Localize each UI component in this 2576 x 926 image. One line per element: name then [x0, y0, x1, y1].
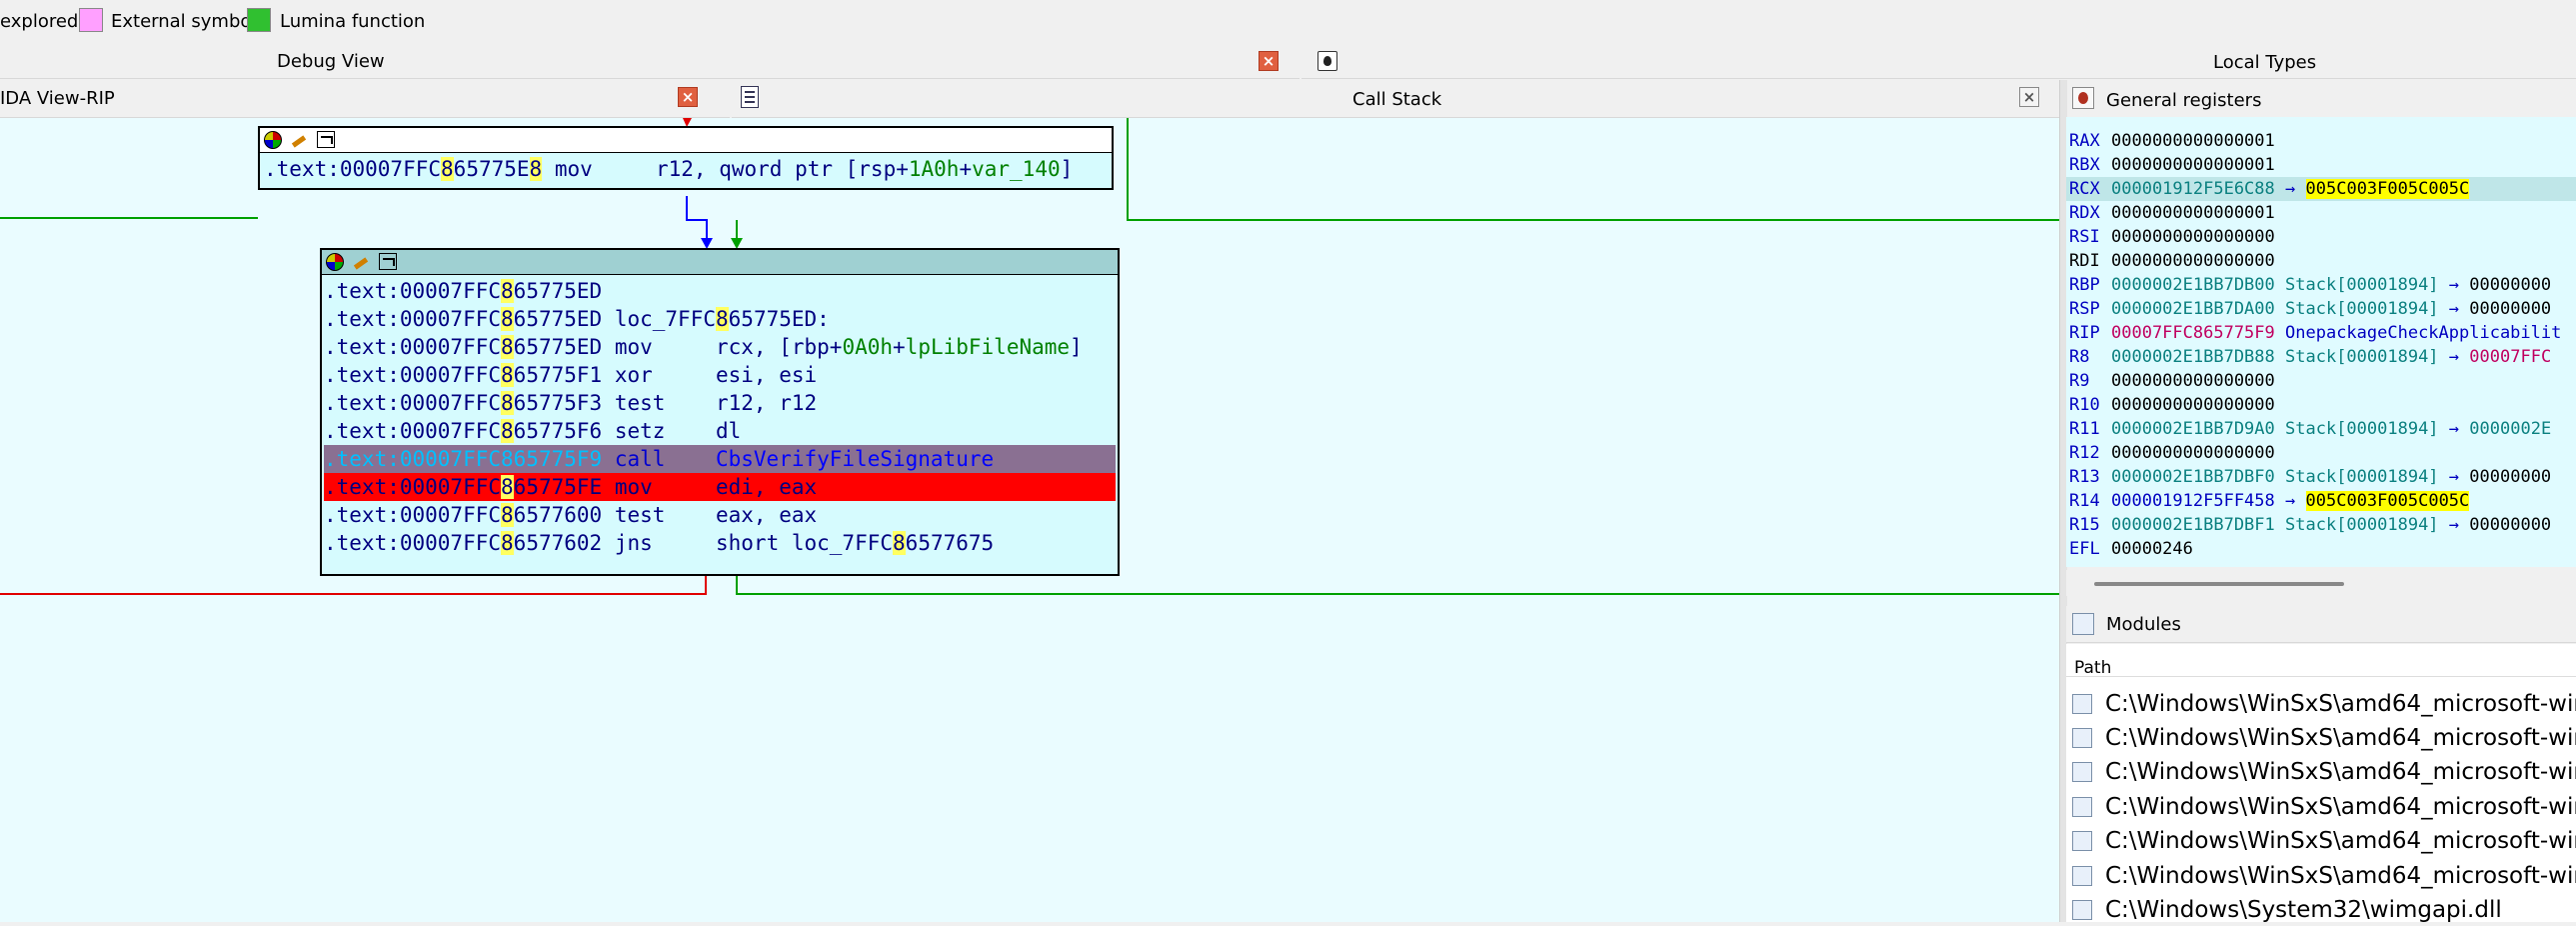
ida-view-title[interactable]: IDA View-RIP — [0, 88, 115, 109]
legend-external-swatch — [79, 8, 103, 32]
general-registers-title: General registers — [2106, 90, 2262, 111]
module-icon — [2072, 831, 2092, 851]
legend-explored-label: explored — [0, 11, 79, 32]
close-icon[interactable]: × — [2019, 87, 2039, 107]
asm-line[interactable]: .text:00007FFC86577602 jns short loc_7FF… — [324, 529, 1116, 557]
register-row[interactable]: RCX 000001912F5E6C88 → 005C003F005C005C — [2066, 177, 2576, 201]
asm-line-call[interactable]: .text:00007FFC865775F9 call CbsVerifyFil… — [324, 445, 1116, 473]
close-icon[interactable]: × — [678, 87, 698, 107]
edge-green-right — [1127, 118, 2059, 221]
asm-ops: CbsVerifyFileSignature — [715, 447, 995, 471]
modules-header-row: Path — [2066, 644, 2576, 678]
modules-title: Modules — [2106, 614, 2181, 635]
asm-mnem: test — [614, 503, 666, 527]
register-row[interactable]: RDX 0000000000000001 — [2066, 201, 2576, 225]
asm-addr: .text:00007FFC865775E8 — [264, 157, 543, 181]
edge-green-out — [736, 574, 2059, 595]
module-icon — [2072, 694, 2092, 714]
modules-table[interactable]: Path C:\Windows\WinSxS\amd64_microsoft-w… — [2066, 644, 2576, 923]
asm-ops: esi, esi — [716, 363, 818, 387]
asm-ops: r12, r12 — [716, 391, 818, 415]
modules-titlebar: Modules — [2066, 606, 2576, 643]
asm-line[interactable]: .text:00007FFC865775E8 mov r12, qword pt… — [264, 155, 1073, 183]
asm-mnem: jns — [614, 531, 653, 555]
asm-line[interactable]: .text:00007FFC865775ED — [324, 277, 1116, 305]
code-block-1[interactable]: .text:00007FFC865775E8 mov r12, qword pt… — [258, 126, 1114, 190]
code-block-2[interactable]: .text:00007FFC865775ED .text:00007FFC865… — [320, 248, 1120, 576]
edit-icon[interactable] — [352, 253, 372, 270]
register-row[interactable]: RBX 0000000000000001 — [2066, 153, 2576, 177]
asm-line[interactable]: .text:00007FFC865775F3 test r12, r12 — [324, 389, 1116, 417]
module-icon — [2072, 728, 2092, 748]
register-row[interactable]: RSP 0000002E1BB7DA00 Stack[00001894] → 00… — [2066, 297, 2576, 321]
registers-scrollbar[interactable] — [2066, 570, 2576, 596]
register-row[interactable]: EFL 00000246 — [2066, 537, 2576, 561]
legend-external-label: External symbol — [111, 11, 257, 32]
call-stack-tabbar: Call Stack × — [732, 80, 2061, 118]
register-row[interactable]: RDI 0000000000000000 — [2066, 249, 2576, 273]
graph-icon[interactable] — [317, 131, 335, 148]
asm-line[interactable]: .text:00007FFC86577600 test eax, eax — [324, 501, 1116, 529]
asm-ops: edi, eax — [716, 475, 818, 499]
bug-icon — [2072, 87, 2094, 109]
asm-ops: dl — [716, 419, 742, 443]
palette-icon[interactable] — [263, 131, 283, 149]
call-stack-title: Call Stack — [1352, 89, 1442, 110]
module-icon — [2072, 866, 2092, 886]
debug-view-titlebar: Debug View × — [0, 46, 1299, 79]
graph-icon[interactable] — [379, 253, 397, 270]
asm-mnem: mov — [614, 335, 653, 359]
debug-view-title: Debug View — [277, 51, 385, 72]
palette-icon[interactable] — [325, 253, 345, 271]
asm-ops: eax, eax — [716, 503, 818, 527]
local-types-title: Local Types — [2213, 52, 2317, 73]
register-row[interactable]: R13 0000002E1BB7DBF0 Stack[00001894] → 00… — [2066, 465, 2576, 489]
asm-mnem: xor — [614, 363, 653, 387]
close-icon[interactable]: × — [1259, 51, 1279, 71]
legend-bar: explored External symbol Lumina function — [0, 0, 2576, 44]
register-row[interactable]: RBP 0000002E1BB7DB00 Stack[00001894] → 00… — [2066, 273, 2576, 297]
edit-icon[interactable] — [290, 131, 310, 148]
module-icon — [2072, 900, 2092, 920]
legend-lumina-label: Lumina function — [280, 11, 426, 32]
register-row[interactable]: R11 0000002E1BB7D9A0 Stack[00001894] → 00… — [2066, 417, 2576, 441]
asm-line[interactable]: .text:00007FFC865775ED mov rcx, [rbp+0A0… — [324, 333, 1116, 361]
asm-ops: r12, qword ptr [rsp+1A0h+var_140] — [656, 157, 1074, 181]
register-row[interactable]: R8 0000002E1BB7DB88 Stack[00001894] → 000… — [2066, 345, 2576, 369]
graph-view[interactable]: .text:00007FFC865775E8 mov r12, qword pt… — [0, 118, 2059, 922]
local-types-icon — [1317, 51, 1337, 71]
list-icon — [741, 86, 759, 108]
register-row[interactable]: RSI 0000000000000000 — [2066, 225, 2576, 249]
scrollbar-thumb[interactable] — [2094, 582, 2344, 586]
node-header — [322, 250, 1118, 275]
edge-red-out — [0, 574, 707, 595]
asm-line-current[interactable]: .text:00007FFC865775FE mov edi, eax — [324, 473, 1116, 501]
asm-line[interactable]: .text:00007FFC865775ED loc_7FFC865775ED: — [324, 305, 1116, 333]
asm-mnem: test — [614, 391, 666, 415]
register-row[interactable]: RIP 00007FFC865775F9 OnepackageCheckAppli… — [2066, 321, 2576, 345]
node-header — [260, 128, 1112, 153]
asm-line[interactable]: .text:00007FFC865775F6 setz dl — [324, 417, 1116, 445]
register-row[interactable]: R10 0000000000000000 — [2066, 393, 2576, 417]
path-column-header[interactable]: Path — [2074, 658, 2111, 678]
module-icon — [2072, 613, 2094, 635]
asm-line[interactable]: .text:00007FFC865775F1 xor esi, esi — [324, 361, 1116, 389]
general-registers-titlebar: General registers — [2066, 80, 2576, 118]
module-icon — [2072, 797, 2092, 817]
ida-view-tabbar: IDA View-RIP × — [0, 80, 730, 118]
local-types-titlebar: Local Types — [1301, 46, 2576, 79]
register-row[interactable]: R9 0000000000000000 — [2066, 369, 2576, 393]
module-icon — [2072, 762, 2092, 782]
register-row[interactable]: RAX 0000000000000001 — [2066, 129, 2576, 153]
register-row[interactable]: R15 0000002E1BB7DBF1 Stack[00001894] → 00… — [2066, 513, 2576, 537]
legend-lumina-swatch — [247, 8, 271, 32]
asm-mnem: mov — [614, 475, 653, 499]
asm-mnem: call — [614, 447, 666, 471]
asm-mnem: mov — [554, 157, 593, 181]
registers-list[interactable]: RAX 0000000000000001 RBX 0000000000000001 … — [2066, 117, 2576, 567]
asm-mnem: setz — [614, 419, 666, 443]
register-row[interactable]: R14 000001912F5FF458 → 005C003F005C005C — [2066, 489, 2576, 513]
register-row[interactable]: R12 0000000000000000 — [2066, 441, 2576, 465]
